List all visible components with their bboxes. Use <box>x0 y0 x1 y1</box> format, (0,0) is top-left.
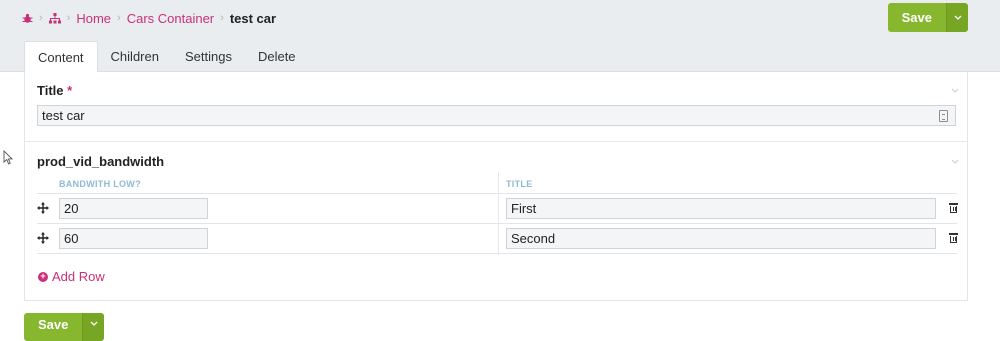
tab-content[interactable]: Content <box>24 41 98 73</box>
title-cell-input[interactable]: First <box>506 198 936 219</box>
breadcrumb: › › Home › Cars Container › test car <box>22 10 276 26</box>
section-divider <box>25 141 967 142</box>
title-input-value: test car <box>42 108 85 123</box>
tab-delete[interactable]: Delete <box>245 41 309 72</box>
chevron-right-icon: › <box>220 12 224 24</box>
chevron-down-icon[interactable] <box>951 156 959 167</box>
required-marker: * <box>67 83 73 98</box>
chevron-right-icon: › <box>117 12 121 24</box>
move-icon[interactable] <box>37 232 49 247</box>
bug-icon[interactable] <box>22 13 33 24</box>
table-row: 60 Second <box>37 224 958 254</box>
content-panel: Title * test car prod_vid_bandwidth BAND… <box>24 72 968 301</box>
save-button-group: Save <box>887 3 968 32</box>
trash-icon[interactable] <box>949 233 958 243</box>
column-header-title: TITLE <box>506 179 533 189</box>
bandwidth-input[interactable]: 60 <box>59 228 208 249</box>
add-row-label: Add Row <box>52 269 105 284</box>
breadcrumb-current: test car <box>229 10 277 26</box>
bottom-save-button-group: Save <box>24 313 105 341</box>
bandwidth-input[interactable]: 20 <box>59 198 208 219</box>
breadcrumb-home[interactable]: Home <box>76 11 111 26</box>
sitemap-icon[interactable] <box>48 12 61 24</box>
text-field-icon <box>939 110 948 122</box>
plus-circle-icon: + <box>38 271 48 282</box>
title-input[interactable]: test car <box>37 105 956 126</box>
tab-settings[interactable]: Settings <box>172 41 245 72</box>
top-header: › › Home › Cars Container › test car Sav… <box>0 0 1000 73</box>
tab-children[interactable]: Children <box>98 41 172 72</box>
grid-label: prod_vid_bandwidth <box>37 154 165 169</box>
bottom-save-button[interactable]: Save <box>24 313 83 341</box>
tab-bar: Content Children Settings Delete <box>24 41 309 73</box>
chevron-down-icon[interactable] <box>946 3 968 32</box>
trash-icon[interactable] <box>949 203 958 213</box>
column-header-bandwidth: BANDWITH LOW? <box>59 179 141 189</box>
chevron-right-icon: › <box>66 12 71 24</box>
save-button[interactable]: Save <box>887 3 946 32</box>
move-icon[interactable] <box>37 202 49 217</box>
bandwidth-grid: BANDWITH LOW? TITLE 20 First 60 Second <box>37 172 958 255</box>
chevron-down-icon[interactable] <box>951 85 959 96</box>
grid-header: BANDWITH LOW? TITLE <box>37 172 957 194</box>
table-row: 20 First <box>37 194 958 224</box>
chevron-right-icon: › <box>39 12 43 24</box>
title-cell-input[interactable]: Second <box>506 228 936 249</box>
breadcrumb-cars-container[interactable]: Cars Container <box>127 11 214 26</box>
chevron-down-icon[interactable] <box>82 313 105 341</box>
title-label: Title * <box>37 83 73 98</box>
mouse-cursor-icon <box>3 150 13 165</box>
add-row-button[interactable]: + Add Row <box>38 269 105 284</box>
